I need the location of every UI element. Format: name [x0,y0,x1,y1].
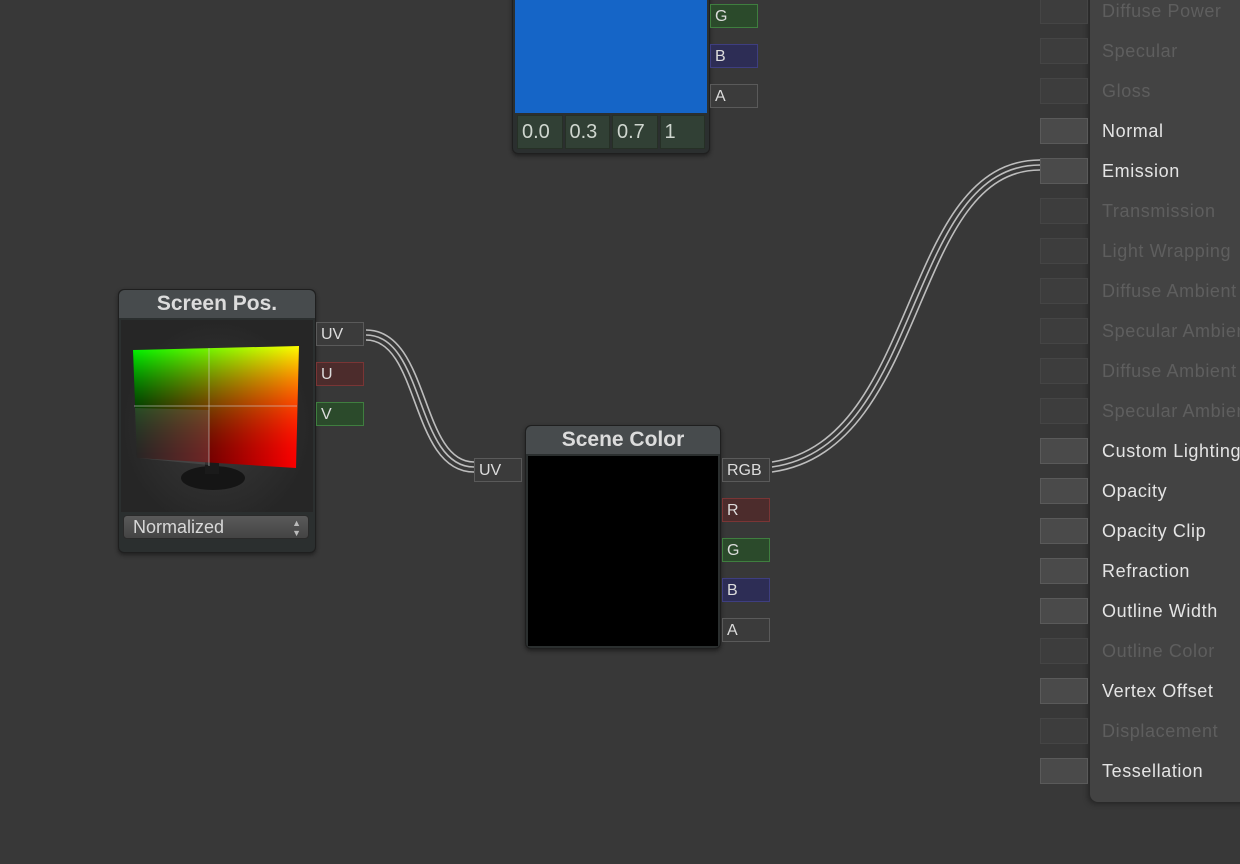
screen-pos-mode-value: Normalized [133,517,225,537]
input-slot[interactable] [1040,118,1088,144]
input-slot[interactable] [1040,678,1088,704]
input-slot[interactable] [1040,198,1088,224]
up-down-arrows-icon: ▲ ▼ [292,518,301,538]
scene-color-output-b[interactable]: B [722,578,770,602]
color-node[interactable]: 0.0 0.3 0.7 1 [512,0,710,154]
input-slot[interactable] [1040,278,1088,304]
input-slot[interactable] [1040,238,1088,264]
screen-pos-mode-dropdown[interactable]: Normalized ▲ ▼ [123,515,309,539]
input-slot[interactable] [1040,0,1088,24]
wire-uv-to-scene-color [365,329,475,473]
input-slot[interactable] [1040,718,1088,744]
input-slot[interactable] [1040,438,1088,464]
color-output-b[interactable]: B [710,44,758,68]
scene-color-preview [528,456,718,646]
screen-pos-title: Screen Pos. [119,290,315,318]
color-output-a[interactable]: A [710,84,758,108]
color-value-g[interactable]: 0.3 [564,115,610,149]
scene-color-output-a[interactable]: A [722,618,770,642]
screen-pos-output-v[interactable]: V [316,402,364,426]
color-value-r[interactable]: 0.0 [517,115,563,149]
screen-pos-output-u[interactable]: U [316,362,364,386]
scene-color-output-rgb[interactable]: RGB [722,458,770,482]
input-slot[interactable] [1040,318,1088,344]
screen-pos-node[interactable]: Screen Pos. Normalized ▲ ▼ [118,289,316,553]
input-slot[interactable] [1040,478,1088,504]
scene-color-output-g[interactable]: G [722,538,770,562]
input-slot[interactable] [1040,38,1088,64]
color-value-a[interactable]: 1 [659,115,705,149]
input-slot[interactable] [1040,598,1088,624]
input-slot[interactable] [1040,358,1088,384]
input-slot[interactable] [1040,558,1088,584]
screen-pos-preview [121,320,313,512]
input-slot[interactable] [1040,78,1088,104]
monitor-icon [133,346,299,490]
scene-color-title: Scene Color [526,426,720,454]
color-output-g[interactable]: G [710,4,758,28]
input-slot[interactable] [1040,158,1088,184]
input-slot[interactable] [1040,758,1088,784]
color-value-b[interactable]: 0.7 [612,115,658,149]
input-slot[interactable] [1040,638,1088,664]
input-slot[interactable] [1040,398,1088,424]
color-swatch[interactable] [515,0,707,113]
scene-color-output-r[interactable]: R [722,498,770,522]
screen-pos-output-uv[interactable]: UV [316,322,364,346]
color-value-fields: 0.0 0.3 0.7 1 [517,115,707,149]
scene-color-node[interactable]: Scene Color [525,425,721,649]
input-slot[interactable] [1040,518,1088,544]
wire-rgb-to-emission [771,159,1041,473]
scene-color-input-uv[interactable]: UV [474,458,522,482]
